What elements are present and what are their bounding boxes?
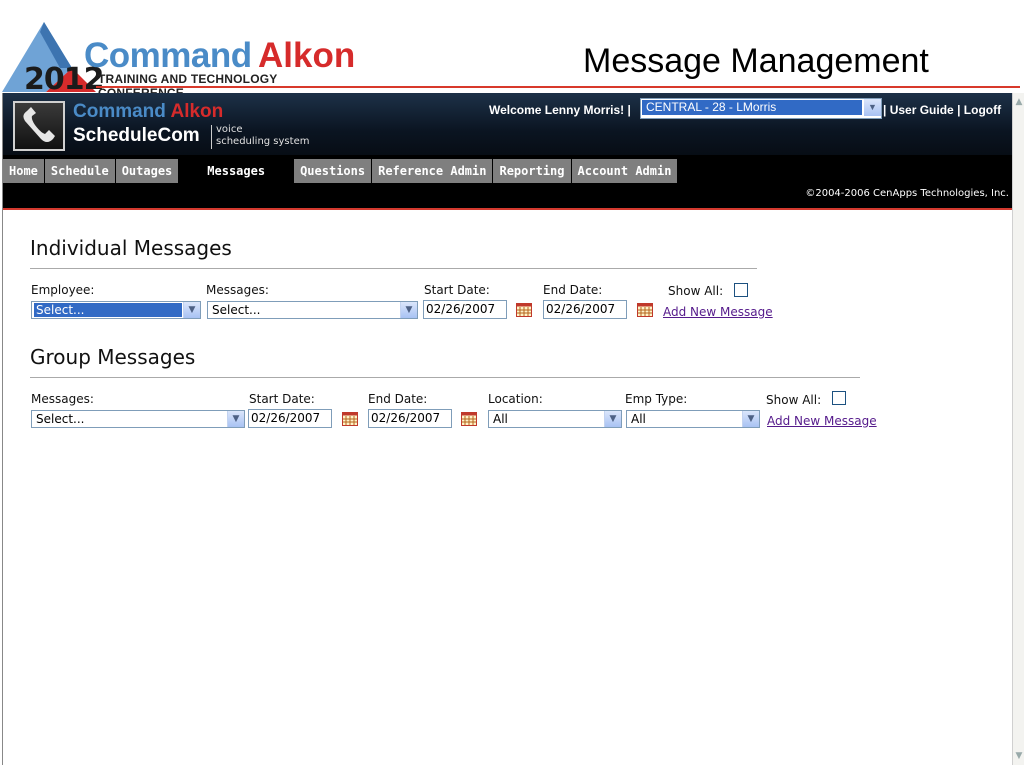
logoff-link[interactable]: Logoff: [964, 103, 1001, 117]
add-new-message-link[interactable]: Add New Message: [663, 305, 773, 319]
tab-account-admin[interactable]: Account Admin: [571, 159, 678, 183]
chevron-down-icon[interactable]: ▼: [227, 411, 244, 427]
group-messages-title: Group Messages: [30, 345, 196, 369]
end-date-input[interactable]: 02/26/2007: [543, 300, 627, 319]
logo-word-alkon: Alkon: [258, 36, 356, 75]
tab-reporting[interactable]: Reporting: [493, 159, 571, 183]
tab-home[interactable]: Home: [3, 159, 44, 183]
region-select[interactable]: CENTRAL - 28 - LMorris ▼: [640, 98, 882, 119]
scroll-up-icon[interactable]: ▲: [1013, 95, 1024, 109]
links-separator: |: [883, 103, 887, 117]
location-label: Location:: [488, 392, 543, 406]
messages-select[interactable]: Select... ▼: [207, 301, 418, 319]
logo-word-command: Command: [84, 36, 252, 75]
chevron-down-icon[interactable]: ▼: [864, 99, 881, 116]
show-all-checkbox[interactable]: [734, 283, 748, 297]
group-start-date-input[interactable]: 02/26/2007: [248, 409, 332, 428]
start-date-label: Start Date:: [424, 283, 490, 297]
tab-reference-admin[interactable]: Reference Admin: [372, 159, 493, 183]
group-messages-select[interactable]: Select... ▼: [31, 410, 245, 428]
location-select-value: All: [493, 412, 508, 426]
main-nav: Home Schedule Outages Messages Questions…: [3, 155, 1013, 209]
group-messages-label: Messages:: [31, 392, 94, 406]
slide-title-rule: [96, 86, 1020, 88]
chevron-down-icon[interactable]: ▼: [742, 411, 759, 427]
nav-tabs: Home Schedule Outages Messages Questions…: [3, 159, 678, 183]
conference-logo: 2012 Command Alkon TRAINING AND TECHNOLO…: [0, 22, 360, 100]
group-end-date-label: End Date:: [368, 392, 428, 406]
app-banner: Command Alkon ScheduleCom voice scheduli…: [3, 93, 1013, 155]
app-window: Command Alkon ScheduleCom voice scheduli…: [2, 93, 1013, 765]
employee-select-value: Select...: [34, 303, 182, 317]
tab-schedule[interactable]: Schedule: [44, 159, 115, 183]
welcome-text: Welcome Lenny Morris! |: [489, 103, 631, 117]
slide-header: 2012 Command Alkon TRAINING AND TECHNOLO…: [0, 0, 1024, 100]
messages-label: Messages:: [206, 283, 269, 297]
brand-tagline: voice scheduling system: [216, 124, 309, 148]
employee-select[interactable]: Select... ▼: [31, 301, 201, 319]
tab-messages[interactable]: Messages: [179, 159, 294, 183]
copyright: ©2004-2006 CenApps Technologies, Inc.: [805, 188, 1009, 199]
group-end-date-input[interactable]: 02/26/2007: [368, 409, 452, 428]
show-all-label: Show All:: [668, 284, 724, 298]
region-select-value: CENTRAL - 28 - LMorris: [642, 100, 862, 115]
start-date-input[interactable]: 02/26/2007: [423, 300, 507, 319]
group-add-new-message-link[interactable]: Add New Message: [767, 414, 877, 428]
user-guide-link[interactable]: User Guide: [890, 103, 954, 117]
group-start-date-label: Start Date:: [249, 392, 315, 406]
brand-tagline-1: voice: [216, 124, 243, 135]
tab-outages[interactable]: Outages: [115, 159, 179, 183]
individual-divider: [30, 268, 757, 269]
emp-type-label: Emp Type:: [625, 392, 688, 406]
group-show-all-checkbox[interactable]: [832, 391, 846, 405]
end-date-label: End Date:: [543, 283, 603, 297]
group-divider: [30, 377, 860, 378]
links-separator: |: [957, 103, 961, 117]
chevron-down-icon[interactable]: ▼: [183, 302, 200, 318]
scroll-down-icon[interactable]: ▼: [1013, 749, 1024, 763]
group-messages-select-value: Select...: [36, 412, 85, 426]
calendar-icon[interactable]: [342, 412, 358, 426]
brand-tagline-2: scheduling system: [216, 136, 310, 147]
individual-messages-title: Individual Messages: [30, 236, 232, 260]
chevron-down-icon[interactable]: ▼: [604, 411, 621, 427]
brand-product: ScheduleCom: [73, 125, 200, 146]
brand-name: Command Alkon: [73, 101, 223, 123]
top-links: | User Guide | Logoff: [883, 103, 1001, 117]
group-show-all-label: Show All:: [766, 393, 822, 407]
calendar-icon[interactable]: [637, 303, 653, 317]
messages-select-value: Select...: [212, 303, 261, 317]
tab-questions[interactable]: Questions: [294, 159, 372, 183]
vertical-scrollbar[interactable]: ▲ ▼: [1012, 93, 1024, 765]
calendar-icon[interactable]: [516, 303, 532, 317]
chevron-down-icon[interactable]: ▼: [400, 302, 417, 318]
location-select[interactable]: All ▼: [488, 410, 622, 428]
calendar-icon[interactable]: [461, 412, 477, 426]
phone-icon: [13, 101, 65, 151]
emp-type-select[interactable]: All ▼: [626, 410, 760, 428]
brand-command: Command: [73, 101, 166, 122]
slide-title: Message Management: [583, 42, 929, 80]
nav-divider: [3, 208, 1013, 210]
brand-alkon: Alkon: [170, 101, 224, 122]
brand-divider: [211, 125, 212, 149]
emp-type-select-value: All: [631, 412, 646, 426]
employee-label: Employee:: [31, 283, 95, 297]
